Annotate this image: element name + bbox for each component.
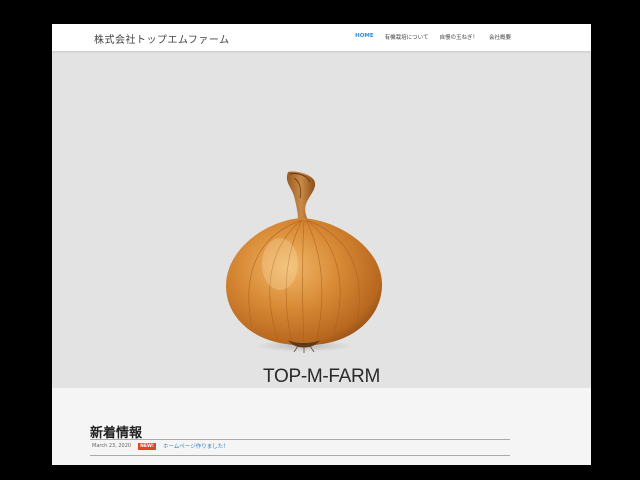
nav-item-onion[interactable]: 自慢の玉ねぎ！: [439, 33, 478, 41]
news-section: 新着情報 March 23, 2020 NEW! ホームページ作りました！: [52, 388, 591, 465]
nav-item-company[interactable]: 会社概要: [489, 33, 511, 41]
news-item-divider: [90, 455, 510, 456]
news-link[interactable]: ホームページ作りました！: [163, 442, 229, 450]
web-page: 株式会社トップエムファーム HOME 有機栽培について 自慢の玉ねぎ！ 会社概要: [52, 24, 591, 465]
news-heading-divider: [90, 439, 510, 440]
nav-item-organic[interactable]: 有機栽培について: [385, 33, 429, 41]
hero-section: TOP-M-FARM: [52, 51, 591, 388]
site-header: 株式会社トップエムファーム HOME 有機栽培について 自慢の玉ねぎ！ 会社概要: [52, 24, 591, 51]
new-badge: NEW!: [138, 442, 156, 450]
onion-image: [226, 171, 383, 353]
news-item: March 23, 2020 NEW! ホームページ作りました！: [92, 442, 229, 450]
nav-item-home[interactable]: HOME: [355, 33, 374, 41]
news-date: March 23, 2020: [92, 443, 132, 449]
hero-title: TOP-M-FARM: [263, 366, 380, 387]
main-nav: HOME 有機栽培について 自慢の玉ねぎ！ 会社概要: [355, 33, 511, 41]
site-logo[interactable]: 株式会社トップエムファーム: [94, 31, 230, 46]
